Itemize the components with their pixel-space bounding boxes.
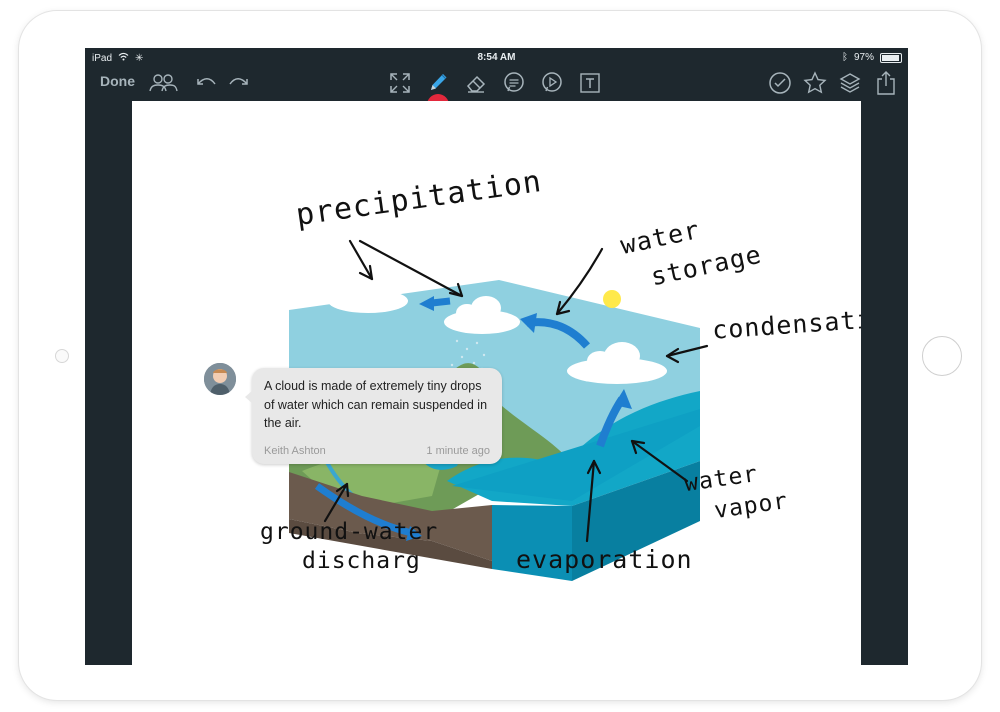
battery-percent: 97% xyxy=(853,52,874,63)
play-icon[interactable] xyxy=(537,68,567,98)
label-ground-water-2: discharg xyxy=(302,548,421,574)
comment-timestamp: 1 minute ago xyxy=(426,445,490,457)
precipitation-arrow xyxy=(431,297,451,307)
label-evaporation: evaporation xyxy=(516,545,693,574)
pen-icon[interactable] xyxy=(423,68,453,98)
redo-icon[interactable] xyxy=(224,68,254,98)
check-icon[interactable] xyxy=(765,68,795,98)
comment-bubble[interactable]: A cloud is made of extremely tiny drops … xyxy=(245,368,502,464)
comment-author: Keith Ashton xyxy=(264,445,326,457)
layers-icon[interactable] xyxy=(835,68,865,98)
star-icon[interactable] xyxy=(800,68,830,98)
comment-text: A cloud is made of extremely tiny drops … xyxy=(264,379,488,430)
front-camera xyxy=(55,349,69,363)
eraser-icon[interactable] xyxy=(461,68,491,98)
battery-icon xyxy=(880,52,902,63)
comment-icon[interactable] xyxy=(499,68,529,98)
bluetooth-icon: ᛒ xyxy=(841,52,848,63)
status-bar: iPad ✳ 8:54 AM ᛒ 97% xyxy=(85,48,908,68)
drawing-canvas[interactable]: precipitation water storage condensation… xyxy=(132,101,861,665)
label-ground-water-1: ground-water xyxy=(260,519,439,545)
sun xyxy=(603,290,621,308)
fullscreen-icon[interactable] xyxy=(385,68,415,98)
undo-icon[interactable] xyxy=(191,68,221,98)
toolbar: Done xyxy=(85,68,908,116)
clock: 8:54 AM xyxy=(477,52,516,63)
cloud-left xyxy=(328,277,408,313)
share-icon[interactable] xyxy=(871,68,901,98)
collaborators-icon[interactable] xyxy=(148,68,178,98)
avatar[interactable] xyxy=(203,362,237,396)
done-button[interactable]: Done xyxy=(100,73,135,89)
home-button[interactable] xyxy=(922,336,962,376)
text-icon[interactable] xyxy=(575,68,605,98)
app-screen: iPad ✳ 8:54 AM ᛒ 97% Done precipitation … xyxy=(85,48,908,665)
